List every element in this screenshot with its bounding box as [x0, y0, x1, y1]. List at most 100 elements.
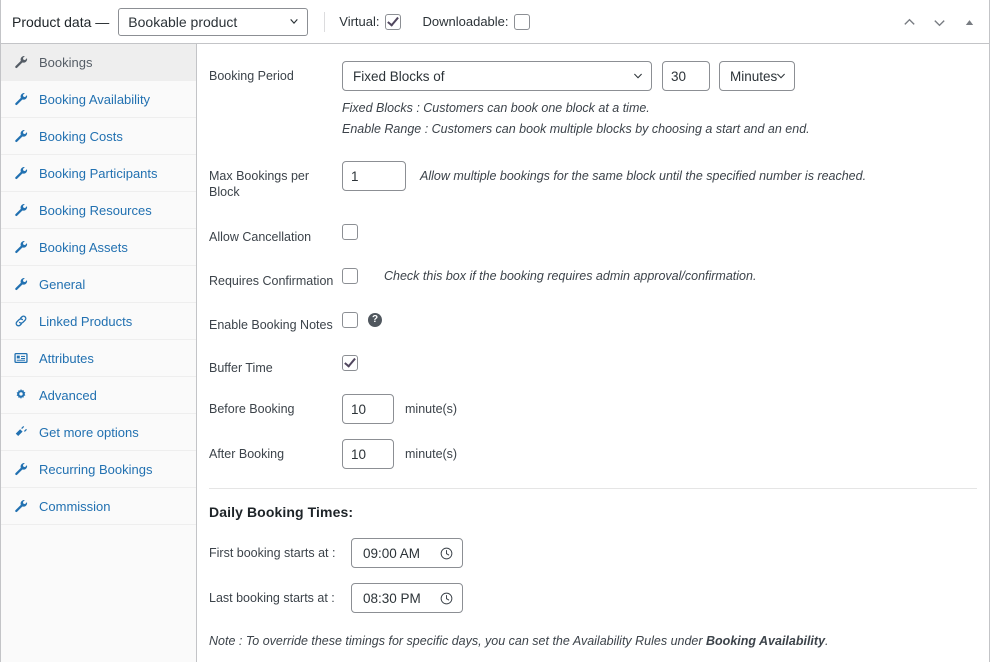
last-booking-time-value: 08:30 PM [363, 590, 421, 606]
downloadable-label: Downloadable: [422, 14, 509, 29]
wrench-icon [13, 276, 29, 292]
plugin-icon [13, 424, 29, 440]
product-type-value: Bookable product [128, 13, 238, 30]
after-booking-input[interactable] [342, 439, 394, 469]
header-icon-group [899, 0, 979, 44]
sidebar-item-label: General [39, 276, 86, 292]
before-booking-row: Before Booking minute(s) [209, 394, 977, 424]
sidebar-item-label: Advanced [39, 387, 97, 403]
sidebar-item-label: Booking Assets [39, 239, 128, 255]
requires-confirmation-hint: Check this box if the booking requires a… [384, 269, 757, 283]
first-booking-row: First booking starts at : 09:00 AM [209, 538, 977, 568]
booking-period-duration-input[interactable] [662, 61, 710, 91]
chevron-up-icon[interactable] [899, 12, 919, 32]
sidebar-item-recurring-bookings[interactable]: Recurring Bookings [1, 451, 196, 488]
link-icon [13, 313, 29, 329]
sidebar-item-label: Attributes [39, 350, 94, 366]
wrench-icon [13, 461, 29, 477]
sidebar-item-booking-resources[interactable]: Booking Resources [1, 192, 196, 229]
requires-confirmation-label: Requires Confirmation [209, 274, 334, 288]
clock-icon [440, 547, 453, 559]
allow-cancellation-checkbox[interactable] [342, 224, 358, 240]
max-bookings-row: Max Bookings per Block Allow multiple bo… [209, 161, 977, 200]
booking-period-desc-range: Enable Range : Customers can book multip… [342, 122, 810, 136]
after-booking-row: After Booking minute(s) [209, 439, 977, 469]
enable-booking-notes-checkbox[interactable] [342, 312, 358, 328]
buffer-time-checkbox[interactable] [342, 355, 358, 371]
max-bookings-hint: Allow multiple bookings for the same blo… [420, 169, 867, 183]
booking-period-row: Booking Period Fixed Blocks of Minutes [209, 61, 977, 91]
sidebar-item-label: Booking Costs [39, 128, 123, 144]
last-booking-time-input[interactable]: 08:30 PM [351, 583, 463, 613]
first-booking-time-input[interactable]: 09:00 AM [351, 538, 463, 568]
before-booking-label: Before Booking [209, 402, 295, 416]
sidebar-item-label: Booking Resources [39, 202, 152, 218]
enable-booking-notes-label: Enable Booking Notes [209, 318, 333, 332]
chevron-down-icon [290, 18, 299, 24]
wrench-icon [13, 239, 29, 255]
sidebar-item-attributes[interactable]: Attributes [1, 340, 196, 377]
section-divider-daily-times [209, 488, 977, 489]
booking-period-desc-fixed: Fixed Blocks : Customers can book one bl… [342, 101, 650, 115]
first-booking-label: First booking starts at : [209, 546, 336, 560]
booking-period-unit-select[interactable]: Minutes [719, 61, 795, 91]
downloadable-checkbox[interactable] [513, 13, 530, 30]
sidebar-item-label: Commission [39, 498, 111, 514]
sidebar-item-label: Bookings [39, 54, 93, 70]
bookings-settings-panel: Booking Period Fixed Blocks of Minutes [197, 44, 989, 662]
wrench-icon [13, 165, 29, 181]
last-booking-row: Last booking starts at : 08:30 PM [209, 583, 977, 613]
sidebar-item-general[interactable]: General [1, 266, 196, 303]
virtual-checkbox[interactable] [384, 13, 401, 30]
gear-icon [13, 387, 29, 403]
after-booking-label: After Booking [209, 447, 285, 461]
page-title: Product data — [12, 13, 110, 30]
first-booking-time-value: 09:00 AM [363, 545, 421, 561]
header-divider [324, 11, 326, 32]
panel-header: Product data — Bookable product Virtual:… [1, 0, 989, 44]
sidebar-item-bookings[interactable]: Bookings [1, 44, 196, 81]
availability-note-bold: Booking Availability [706, 634, 826, 648]
wrench-icon [13, 128, 29, 144]
chevron-down-icon [634, 73, 642, 79]
availability-note-suffix: . [825, 634, 829, 648]
sidebar-item-get-more-options[interactable]: Get more options [1, 414, 196, 451]
product-data-panel: Product data — Bookable product Virtual:… [0, 0, 990, 662]
daily-booking-times-title: Daily Booking Times: [209, 504, 354, 520]
booking-period-mode-select[interactable]: Fixed Blocks of [342, 61, 652, 91]
sidebar-item-advanced[interactable]: Advanced [1, 377, 196, 414]
product-type-select[interactable]: Bookable product [118, 7, 309, 36]
wrench-icon [13, 54, 29, 70]
sidebar-item-booking-assets[interactable]: Booking Assets [1, 229, 196, 266]
chevron-down-icon[interactable] [929, 12, 949, 32]
sidebar-item-label: Recurring Bookings [39, 461, 153, 477]
attributes-icon [13, 350, 29, 366]
downloadable-field: Downloadable: [422, 13, 530, 30]
last-booking-label: Last booking starts at : [209, 591, 335, 605]
buffer-time-row: Buffer Time [209, 353, 977, 376]
sidebar-item-booking-availability[interactable]: Booking Availability [1, 81, 196, 118]
max-bookings-input[interactable] [342, 161, 406, 191]
wrench-icon [13, 91, 29, 107]
clock-icon [440, 592, 453, 604]
sidebar-item-label: Get more options [39, 424, 139, 440]
help-icon[interactable]: ? [368, 313, 382, 327]
product-data-tabs: Bookings Booking Availability Booking Co… [1, 44, 197, 662]
max-bookings-label: Max Bookings per Block [209, 169, 310, 199]
sidebar-item-booking-participants[interactable]: Booking Participants [1, 155, 196, 192]
virtual-field: Virtual: [339, 13, 401, 30]
sidebar-item-label: Linked Products [39, 313, 133, 329]
requires-confirmation-checkbox[interactable] [342, 268, 358, 284]
availability-note: Note : To override these timings for spe… [209, 634, 977, 648]
sidebar-item-label: Booking Availability [39, 91, 151, 107]
sidebar-item-linked-products[interactable]: Linked Products [1, 303, 196, 340]
booking-period-mode-value: Fixed Blocks of [353, 68, 445, 84]
collapse-toggle-icon[interactable] [959, 12, 979, 32]
virtual-label: Virtual: [339, 14, 380, 29]
sidebar-item-booking-costs[interactable]: Booking Costs [1, 118, 196, 155]
allow-cancellation-row: Allow Cancellation [209, 222, 977, 245]
sidebar-item-commission[interactable]: Commission [1, 488, 196, 525]
sidebar-item-label: Booking Participants [39, 165, 158, 181]
before-booking-input[interactable] [342, 394, 394, 424]
